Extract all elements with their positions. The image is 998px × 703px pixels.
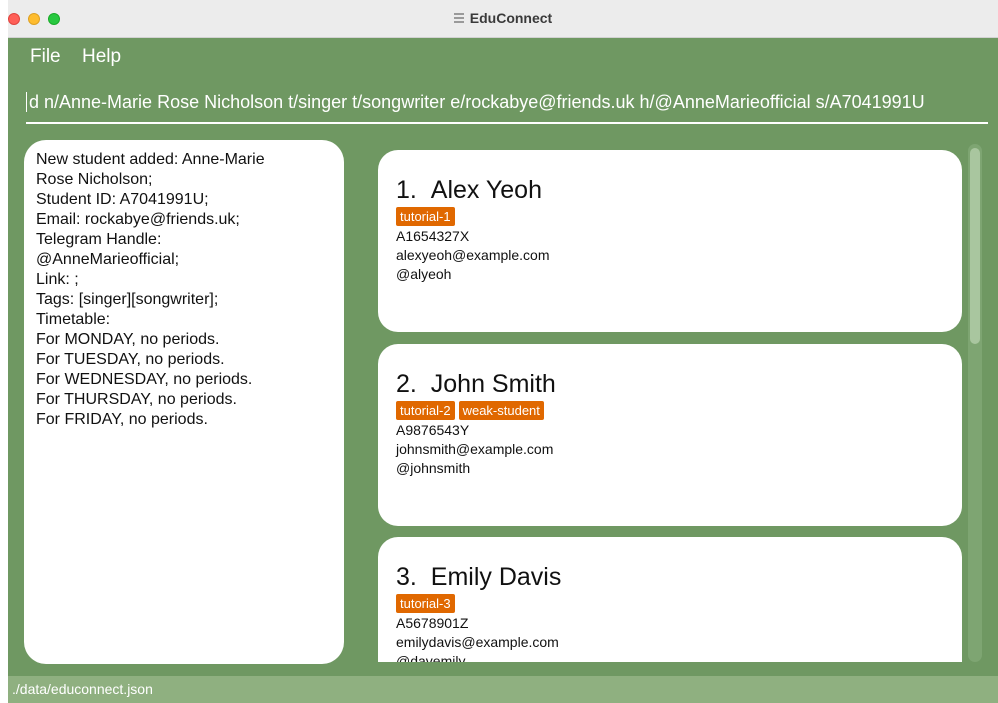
command-text: d n/Anne-Marie Rose Nicholson t/singer t… xyxy=(29,92,925,112)
student-email: johnsmith@example.com xyxy=(396,441,554,457)
student-id: A5678901Z xyxy=(396,615,469,631)
tag-list: tutorial-3 xyxy=(396,594,962,614)
scrollbar[interactable] xyxy=(968,144,982,662)
student-name-text: Alex Yeoh xyxy=(430,176,542,204)
command-input[interactable]: d n/Anne-Marie Rose Nicholson t/singer t… xyxy=(26,84,988,124)
result-line: Email: rockabye@friends.uk; xyxy=(36,211,240,228)
tag-list: tutorial-1 xyxy=(396,207,962,227)
menu-help[interactable]: Help xyxy=(82,46,121,68)
result-line: Link: ; xyxy=(36,271,79,288)
menu-file[interactable]: File xyxy=(30,46,61,68)
result-display: New student added: Anne-Marie Rose Nichol… xyxy=(24,140,344,664)
result-line: For WEDNESDAY, no periods. xyxy=(36,371,253,388)
data-file-path: ./data/educonnect.json xyxy=(12,681,153,697)
student-card[interactable]: 3. Emily Davis tutorial-3 A5678901Z emilyda… xyxy=(378,537,962,662)
result-line: New student added: Anne-Marie xyxy=(36,151,265,168)
student-index: 2. xyxy=(396,370,417,398)
app-window: EduConnect File Help d n/Anne-Marie Rose… xyxy=(8,0,998,703)
tag-badge: tutorial-1 xyxy=(396,207,455,226)
student-id: A1654327X xyxy=(396,228,470,244)
student-email: alexyeoh@example.com xyxy=(396,247,550,263)
tag-badge: tutorial-3 xyxy=(396,594,455,613)
student-index: 1. xyxy=(396,176,417,204)
student-card[interactable]: 1. Alex Yeoh tutorial-1 A1654327X alexyeoh@… xyxy=(378,150,962,332)
student-name-text: Emily Davis xyxy=(430,563,562,591)
title-bar: EduConnect xyxy=(8,0,998,38)
student-name: 3. Emily Davis xyxy=(396,562,962,592)
menu-bar: File Help xyxy=(8,38,998,78)
student-name: 1. Alex Yeoh xyxy=(396,175,962,205)
student-email: emilydavis@example.com xyxy=(396,634,559,650)
tag-list: tutorial-2 weak-student xyxy=(396,401,962,421)
student-list[interactable]: 1. Alex Yeoh tutorial-1 A1654327X alexyeoh@… xyxy=(378,140,990,662)
result-line: For FRIDAY, no periods. xyxy=(36,411,208,428)
student-index: 3. xyxy=(396,563,417,591)
result-line: For THURSDAY, no periods. xyxy=(36,391,237,408)
result-line: Student ID: A7041991U; xyxy=(36,191,209,208)
result-line: For MONDAY, no periods. xyxy=(36,331,220,348)
tag-badge: weak-student xyxy=(458,401,544,420)
app-icon xyxy=(453,12,464,24)
student-id: A9876543Y xyxy=(396,422,470,438)
status-bar: ./data/educonnect.json xyxy=(8,676,998,703)
student-card[interactable]: 2. John Smith tutorial-2 weak-student A9876… xyxy=(378,344,962,526)
student-telegram-handle: @alyeoh xyxy=(396,266,452,282)
result-line: Telegram Handle: xyxy=(36,231,162,248)
tag-badge: tutorial-2 xyxy=(396,401,455,420)
result-line: Rose Nicholson; xyxy=(36,171,153,188)
result-line: Timetable: xyxy=(36,311,111,328)
student-telegram-handle: @johnsmith xyxy=(396,460,471,476)
text-caret xyxy=(26,92,27,112)
result-line: @AnneMarieofficial; xyxy=(36,251,180,268)
result-line: For TUESDAY, no periods. xyxy=(36,351,225,368)
window-title: EduConnect xyxy=(469,10,553,26)
student-name-text: John Smith xyxy=(430,370,556,398)
student-name: 2. John Smith xyxy=(396,369,962,399)
scrollbar-thumb[interactable] xyxy=(970,148,980,344)
student-telegram-handle: @davemily xyxy=(396,653,466,662)
result-line: Tags: [singer][songwriter]; xyxy=(36,291,219,308)
